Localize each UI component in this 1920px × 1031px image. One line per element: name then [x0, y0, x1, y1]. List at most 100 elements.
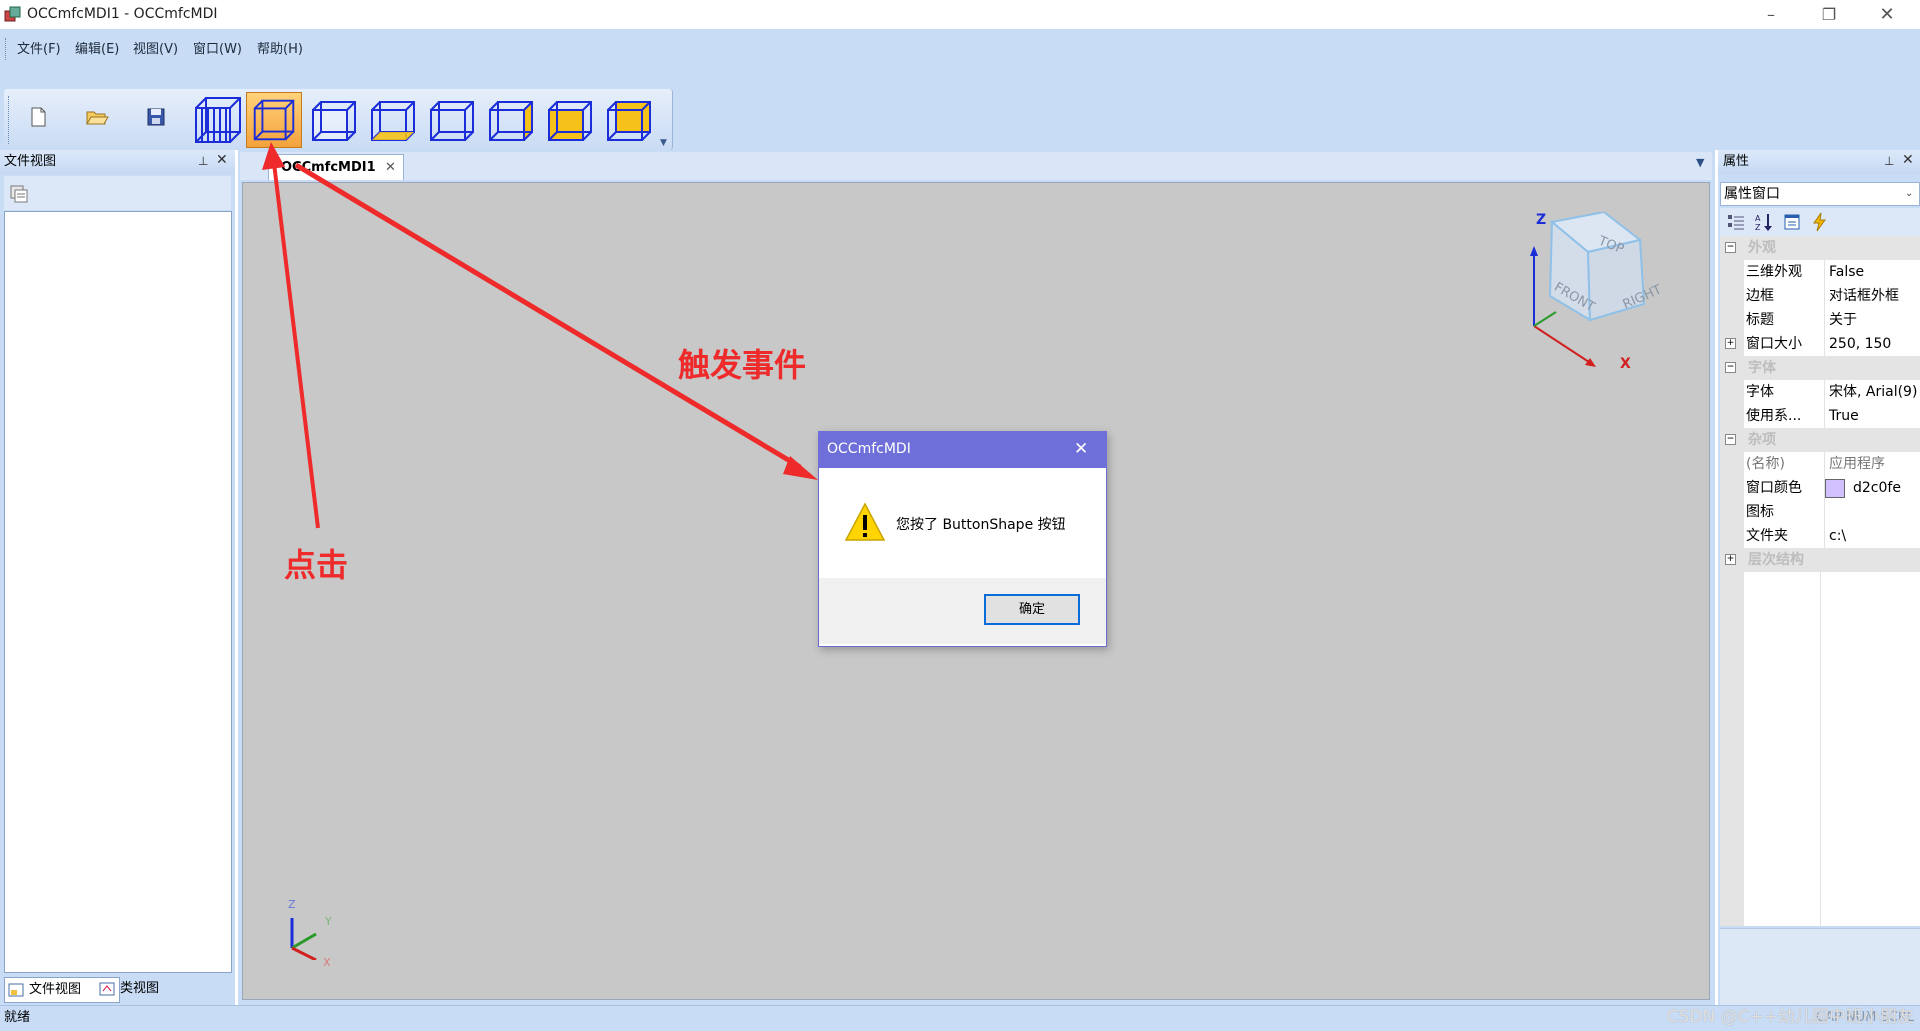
properties-combo-value: 属性窗口	[1724, 186, 1780, 202]
menu-file[interactable]: 文件(F)	[14, 36, 64, 59]
collapse-icon[interactable]: −	[1725, 242, 1736, 253]
properties-title: 属性	[1723, 154, 1750, 169]
chevron-down-icon: ⌄	[1905, 188, 1914, 199]
pin-icon[interactable]: ⊥	[198, 154, 208, 168]
category-hierarchy[interactable]: + 层次结构	[1720, 548, 1920, 572]
property-row[interactable]: 图标	[1720, 500, 1920, 524]
property-name: 图标	[1746, 504, 1774, 520]
property-row[interactable]: 三维外观 False	[1720, 260, 1920, 284]
category-appearance[interactable]: − 外观	[1720, 236, 1920, 260]
close-pane-icon[interactable]: ✕	[216, 152, 228, 168]
menu-help[interactable]: 帮助(H)	[254, 36, 306, 59]
annotation-trigger-event: 触发事件	[678, 346, 807, 384]
status-text: 就绪	[4, 1010, 31, 1025]
property-value[interactable]: 250, 150	[1824, 332, 1920, 356]
tab-class-view[interactable]: 类视图	[96, 977, 196, 1001]
title-bar: OCCmfcMDI1 - OCCmfcMDI – ❐ ✕	[0, 0, 1920, 29]
status-bar: 就绪 CAP NUM SCRL	[0, 1005, 1920, 1031]
dialog-close-icon[interactable]: ✕	[1074, 431, 1088, 468]
property-row[interactable]: + 窗口大小 250, 150	[1720, 332, 1920, 356]
menu-view[interactable]: 视图(V)	[130, 36, 181, 59]
left-view-icon[interactable]	[423, 92, 479, 148]
properties-icon[interactable]	[9, 184, 29, 204]
svg-text:Z: Z	[1755, 223, 1761, 232]
collapse-icon[interactable]: −	[1725, 434, 1736, 445]
category-label: 层次结构	[1748, 552, 1804, 568]
property-value[interactable]: 关于	[1824, 308, 1920, 332]
property-row[interactable]: 窗口颜色 d2c0fe	[1720, 476, 1920, 500]
tab-list-dropdown-icon[interactable]: ▼	[1696, 156, 1704, 169]
class-view-icon	[99, 982, 115, 996]
property-value[interactable]: True	[1824, 404, 1920, 428]
property-row[interactable]: 使用系... True	[1720, 404, 1920, 428]
ok-button[interactable]: 确定	[984, 594, 1080, 625]
tab-occmfcmdi1[interactable]: OCCmfcMDI1 ✕	[268, 154, 404, 180]
tab-label: OCCmfcMDI1	[281, 160, 376, 175]
property-value[interactable]: False	[1824, 260, 1920, 284]
properties-close-icon[interactable]: ✕	[1902, 152, 1914, 168]
dialog-title-bar: OCCmfcMDI ✕	[818, 431, 1107, 468]
property-name: 窗口大小	[1746, 336, 1802, 352]
file-tree[interactable]	[4, 211, 232, 973]
property-row[interactable]: (名称) 应用程序	[1720, 452, 1920, 476]
annotation-click: 点击	[284, 546, 349, 584]
file-view-toolbar	[4, 176, 231, 210]
warning-icon	[844, 502, 886, 541]
restore-button[interactable]: ❐	[1800, 0, 1858, 29]
triad-z-label: Z	[288, 898, 296, 911]
close-tab-icon[interactable]: ✕	[385, 155, 396, 181]
property-name: 窗口颜色	[1746, 480, 1802, 496]
property-row[interactable]: 字体 宋体, Arial(9)	[1720, 380, 1920, 404]
view-cube-x-label: X	[1620, 356, 1631, 372]
events-lightning-icon[interactable]	[1810, 212, 1830, 232]
collapse-icon[interactable]: −	[1725, 362, 1736, 373]
toolbar-grip[interactable]	[8, 96, 11, 144]
expand-icon[interactable]: +	[1725, 338, 1736, 349]
top-view-icon[interactable]	[541, 92, 597, 148]
window-title: OCCmfcMDI1 - OCCmfcMDI	[27, 6, 218, 22]
toolbar-overflow-icon[interactable]: ▼	[660, 138, 667, 148]
svg-text:A: A	[1755, 214, 1761, 223]
menu-edit[interactable]: 编辑(E)	[72, 36, 122, 59]
minimize-button[interactable]: –	[1742, 0, 1800, 29]
property-name: 字体	[1746, 384, 1774, 400]
property-value[interactable]: 宋体, Arial(9)	[1824, 380, 1920, 404]
close-window-button[interactable]: ✕	[1858, 0, 1916, 29]
menubar-grip[interactable]	[5, 38, 8, 60]
back-view-icon[interactable]	[364, 92, 420, 148]
save-icon[interactable]	[143, 104, 169, 130]
new-file-icon[interactable]	[25, 104, 51, 130]
properties-pin-icon[interactable]: ⊥	[1884, 154, 1894, 168]
open-folder-icon[interactable]	[84, 104, 110, 130]
tab-class-view-label: 类视图	[120, 981, 160, 996]
expand-icon[interactable]: +	[1725, 554, 1736, 565]
app-icon	[4, 6, 21, 22]
property-row[interactable]: 文件夹 c:\	[1720, 524, 1920, 548]
category-font[interactable]: − 字体	[1720, 356, 1920, 380]
property-value[interactable]: c:\	[1824, 524, 1920, 548]
color-swatch[interactable]	[1825, 479, 1845, 498]
watermark: CSDN @C++幼儿园中班小朋友	[1666, 1007, 1914, 1027]
right-view-icon[interactable]	[482, 92, 538, 148]
button-shape-button[interactable]	[246, 92, 302, 148]
menu-window[interactable]: 窗口(W)	[190, 36, 245, 59]
properties-object-combo[interactable]: 属性窗口 ⌄	[1720, 182, 1920, 206]
property-row[interactable]: 边框 对话框外框	[1720, 284, 1920, 308]
front-view-icon[interactable]	[305, 92, 361, 148]
property-name: 边框	[1746, 288, 1774, 304]
sort-alphabetical-icon[interactable]: AZ	[1754, 212, 1774, 232]
bottom-view-icon[interactable]	[600, 92, 656, 148]
property-pages-icon[interactable]	[1782, 212, 1802, 232]
wireframe-shape-icon[interactable]	[190, 92, 246, 148]
property-name: 标题	[1746, 312, 1774, 328]
property-value[interactable]	[1824, 500, 1920, 524]
category-label: 杂项	[1748, 432, 1776, 448]
grid-gutter	[1720, 572, 1744, 926]
category-misc[interactable]: − 杂项	[1720, 428, 1920, 452]
property-row[interactable]: 标题 关于	[1720, 308, 1920, 332]
property-description-panel	[1720, 928, 1920, 1005]
view-cube-z-label: Z	[1536, 212, 1547, 228]
property-value[interactable]: 对话框外框	[1824, 284, 1920, 308]
grid-divider	[1820, 572, 1821, 926]
categorized-icon[interactable]	[1726, 212, 1746, 232]
